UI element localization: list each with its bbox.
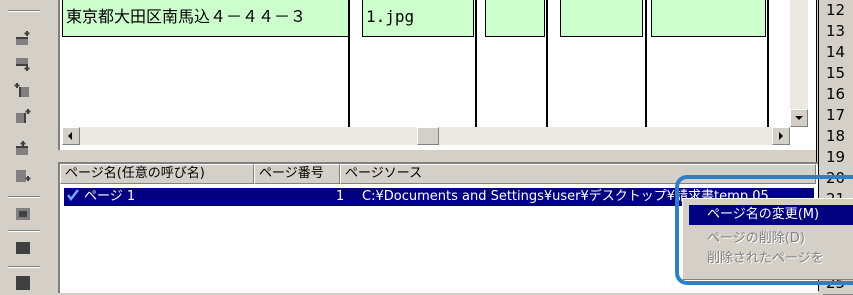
insert-row-above-icon bbox=[16, 31, 30, 45]
column-header-page-name[interactable]: ページ名(任意の呼び名) bbox=[60, 164, 254, 184]
insert-column-right-button[interactable] bbox=[12, 106, 34, 126]
insert-column-right-icon bbox=[16, 109, 31, 123]
empty-cell[interactable] bbox=[651, 0, 766, 37]
menu-item-rename-page[interactable]: ページ名の変更(M) bbox=[689, 205, 853, 225]
insert-column-left-button[interactable] bbox=[12, 80, 34, 100]
menu-item-restore-deleted-pages[interactable]: 削除されたページを bbox=[689, 249, 853, 269]
scroll-right-button[interactable] bbox=[772, 127, 790, 145]
column-divider bbox=[546, 0, 548, 127]
row-number[interactable]: 17 bbox=[823, 105, 853, 127]
row-number[interactable]: 13 bbox=[823, 21, 853, 43]
scroll-left-button[interactable] bbox=[62, 127, 80, 145]
frame-button[interactable] bbox=[12, 204, 34, 224]
page-name-cell: ページ 1 bbox=[84, 189, 136, 204]
insert-column-left-icon bbox=[14, 83, 29, 97]
insert-page-above-button[interactable] bbox=[12, 138, 34, 158]
insert-page-below-button[interactable] bbox=[12, 166, 34, 186]
checkmark-icon bbox=[66, 188, 80, 206]
row-number[interactable]: 19 bbox=[823, 147, 853, 169]
image-file-cell[interactable]: 1.jpg bbox=[362, 0, 474, 37]
toolbar-separator bbox=[8, 10, 40, 12]
grid-horizontal-scrollbar[interactable] bbox=[62, 127, 790, 145]
scroll-thumb[interactable] bbox=[417, 127, 439, 145]
insert-page-above-icon bbox=[16, 141, 28, 155]
arrow-left-icon bbox=[68, 132, 72, 140]
toolbar-separator bbox=[8, 266, 40, 268]
page-number-cell: 1 bbox=[336, 189, 345, 204]
row-number[interactable]: 12 bbox=[823, 0, 853, 22]
column-divider bbox=[645, 0, 647, 127]
scroll-down-button[interactable] bbox=[790, 109, 808, 127]
row-number[interactable]: 14 bbox=[823, 42, 853, 64]
context-menu: ページ名の変更(M) ページの削除(D) 削除されたページを bbox=[682, 198, 853, 280]
insert-row-below-button[interactable] bbox=[12, 54, 34, 74]
insert-row-above-button[interactable] bbox=[12, 28, 34, 48]
row-number[interactable]: 16 bbox=[823, 84, 853, 106]
block-button[interactable] bbox=[12, 238, 34, 258]
block-icon bbox=[16, 242, 30, 254]
row-number[interactable]: 20 bbox=[823, 168, 853, 190]
column-divider bbox=[767, 0, 769, 127]
column-divider bbox=[348, 0, 350, 127]
empty-cell[interactable] bbox=[485, 0, 545, 37]
frame-icon bbox=[16, 208, 30, 220]
arrow-right-icon bbox=[779, 132, 783, 140]
column-header-page-number[interactable]: ページ番号 bbox=[254, 164, 340, 184]
menu-item-delete-page[interactable]: ページの削除(D) bbox=[689, 229, 853, 249]
insert-page-below-icon bbox=[16, 170, 31, 182]
block-icon bbox=[16, 276, 30, 290]
toolbar-separator bbox=[8, 230, 40, 232]
insert-row-below-icon bbox=[16, 58, 30, 71]
toolbar-separator bbox=[8, 196, 40, 198]
arrow-down-icon bbox=[795, 116, 803, 120]
block-button-2[interactable] bbox=[12, 272, 34, 292]
column-divider bbox=[475, 0, 477, 127]
row-number[interactable]: 18 bbox=[823, 126, 853, 148]
grid-vertical-scrollbar[interactable] bbox=[790, 0, 808, 127]
column-header-page-source[interactable]: ページソース bbox=[340, 164, 816, 184]
address-cell[interactable]: 東京都大田区南馬込４－４４－３ bbox=[62, 0, 349, 37]
row-number[interactable]: 15 bbox=[823, 63, 853, 85]
empty-cell[interactable] bbox=[560, 0, 643, 37]
left-toolbar bbox=[0, 0, 58, 291]
